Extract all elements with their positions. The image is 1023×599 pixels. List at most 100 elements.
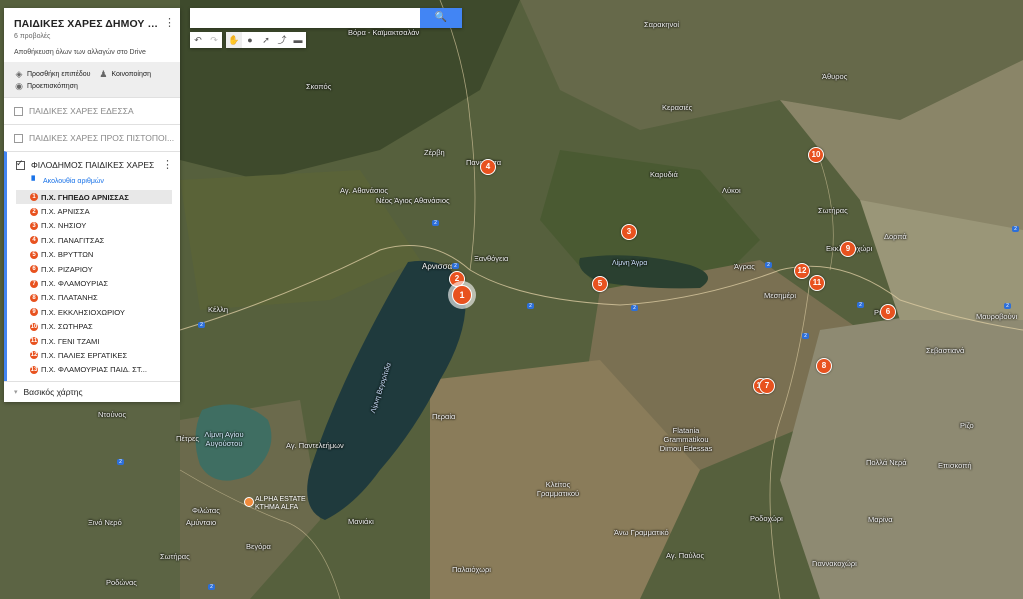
place-label: Κερασιές: [662, 103, 693, 112]
directions-icon[interactable]: ⤴: [274, 32, 290, 48]
winery-poi-label: ALPHA ESTATE ΚΤΗΜΑ ALFA: [255, 496, 306, 511]
add-layer-button[interactable]: ◈ Προσθήκη επιπέδου: [14, 69, 91, 79]
place-label: Λύκοι: [722, 186, 741, 195]
list-item[interactable]: 2 Π.Χ. ΑΡΝΙΣΣΑ: [16, 204, 172, 218]
number-marker-icon: 5: [30, 250, 38, 259]
place-label: Φιλώτας: [192, 506, 220, 515]
list-item[interactable]: 1 Π.Χ. ΓΗΠΕΔΟ ΑΡΝΙΣΣΑΣ: [16, 190, 172, 205]
list-item[interactable]: 11 Π.Χ. ΓΕΝΙ ΤΖΑΜΙ: [16, 334, 172, 348]
redo-icon[interactable]: ↷: [206, 32, 222, 48]
road-shield: 2: [857, 302, 864, 308]
place-label: Παλαιόχωρι: [452, 565, 491, 574]
winery-poi-icon[interactable]: [244, 497, 254, 507]
place-label: Ροδοχώρι: [750, 514, 783, 523]
map-marker[interactable]: 9: [840, 241, 856, 257]
add-person-icon: ♟: [99, 69, 108, 79]
map-marker[interactable]: 3: [621, 224, 637, 240]
place-label: Κλείτος Γραμματικού: [536, 480, 580, 498]
map-marker[interactable]: 5: [592, 276, 608, 292]
place-label: Ξανθόγεια: [474, 254, 509, 263]
place-label: Σκοπός: [306, 82, 332, 91]
preview-button[interactable]: ◉ Προεπισκόπηση: [14, 81, 78, 91]
road-shield: 2: [527, 303, 534, 309]
number-marker-icon: 10: [30, 322, 38, 331]
number-marker-icon: 7: [30, 279, 38, 288]
active-layer-label: ΦΙΛΟΔΗΜΟΣ ΠΑΙΔΙΚΕΣ ΧΑΡΕΣ: [31, 160, 155, 170]
place-label: Επισκοπή: [938, 461, 972, 470]
road-shield: 2: [631, 305, 638, 311]
map-marker[interactable]: 4: [480, 159, 496, 175]
list-item[interactable]: 8 Π.Χ. ΠΛΑΤΑΝΗΣ: [16, 291, 172, 305]
active-layer-header[interactable]: ΦΙΛΟΔΗΜΟΣ ΠΑΙΔΙΚΕΣ ΧΑΡΕΣ ⋮: [16, 158, 180, 172]
place-label: Αμύνταιο: [186, 518, 217, 527]
search-button[interactable]: 🔍: [420, 8, 462, 28]
place-label: Νέος Άγιος Αθανάσιος: [376, 196, 450, 205]
place-label: Άθυρος: [822, 72, 848, 81]
place-label: Σεβαστιανά: [926, 346, 965, 355]
list-item[interactable]: 9 Π.Χ. ΕΚΚΛΗΣΙΟΧΩΡΙΟΥ: [16, 305, 172, 319]
base-map-row[interactable]: ▾ Βασικός χάρτης: [4, 381, 180, 402]
layer-checkbox[interactable]: [16, 158, 25, 170]
place-label: Γιαννακοχώρι: [812, 559, 857, 568]
list-item[interactable]: 5 Π.Χ. ΒΡΥΤΤΩΝ: [16, 248, 172, 262]
list-item[interactable]: 4 Π.Χ. ΠΑΝΑΓΙΤΣΑΣ: [16, 233, 172, 247]
map-title[interactable]: ΠΑΙΔΙΚΕΣ ΧΑΡΕΣ ΔΗΜΟΥ ΕΔΕΣΣ...: [14, 18, 162, 30]
list-item[interactable]: 12 Π.Χ. ΠΑΛΙΕΣ ΕΡΓΑΤΙΚΕΣ: [16, 348, 172, 362]
saved-status: Αποθήκευση όλων των αλλαγών στο Drive: [14, 49, 146, 56]
layer-row[interactable]: ΠΑΙΔΙΚΕΣ ΧΑΡΕΣ ΠΡΟΣ ΠΙΣΤΟΠΟΙ...: [4, 124, 180, 151]
list-item-label: Π.Χ. ΠΑΛΙΕΣ ΕΡΓΑΤΙΚΕΣ: [41, 350, 128, 360]
list-item-label: Π.Χ. ΒΡΥΤΤΩΝ: [41, 250, 94, 260]
layer-options-icon[interactable]: ⋮: [162, 159, 173, 173]
road-shield: 2: [432, 220, 439, 226]
road-shield: 2: [117, 459, 124, 465]
road-shield: 2: [452, 263, 459, 269]
map-marker[interactable]: 8: [816, 358, 832, 374]
draw-line-icon[interactable]: ➚: [258, 32, 274, 48]
list-item-label: Π.Χ. ΕΚΚΛΗΣΙΟΧΩΡΙΟΥ: [41, 307, 125, 317]
layer-style-label: Ακολουθία αριθμών: [43, 177, 104, 185]
layer-style-link[interactable]: ▘ Ακολουθία αριθμών: [30, 176, 180, 186]
place-label: Μανιάκι: [348, 517, 374, 526]
list-item-label: Π.Χ. ΦΛΑΜΟΥΡΙΑΣ ΠΑΙΔ. ΣΤ...: [41, 365, 147, 375]
list-item-label: Π.Χ. ΦΛΑΜΟΥΡΙΑΣ: [41, 279, 109, 289]
place-label: Βεγόρα: [246, 542, 271, 551]
more-options-icon[interactable]: ⋮: [164, 17, 175, 31]
share-button[interactable]: ♟ Κοινοποίηση: [98, 69, 151, 79]
map-marker[interactable]: 6: [880, 304, 896, 320]
place-label: Ξινό Νερό: [88, 518, 122, 527]
map-toolbar: ↶ ↷ ✋ ● ➚ ⤴ ▬: [190, 32, 310, 48]
list-item[interactable]: 6 Π.Χ. ΡΙΖΑΡΙΟΥ: [16, 262, 172, 276]
undo-icon[interactable]: ↶: [190, 32, 206, 48]
list-item-label: Π.Χ. ΝΗΣΙΟΥ: [41, 221, 87, 231]
road-shield: 2: [802, 333, 809, 339]
search-input[interactable]: [190, 8, 424, 28]
place-label: Μαρίνα: [868, 515, 893, 524]
map-marker[interactable]: 12: [794, 263, 810, 279]
ruler-icon[interactable]: ▬: [290, 32, 306, 48]
place-label: Άνω Γραμματικό: [614, 528, 669, 537]
place-label: Αγ. Αθανάσιος: [340, 186, 389, 195]
place-label: Αγ. Παύλος: [666, 551, 705, 560]
list-item-label: Π.Χ. ΠΑΝΑΓΙΤΣΑΣ: [41, 235, 105, 245]
place-label: Σωτήρας: [160, 552, 190, 561]
layer-checkbox[interactable]: [14, 133, 23, 143]
list-item[interactable]: 13 Π.Χ. ΦΛΑΜΟΥΡΙΑΣ ΠΑΙΔ. ΣΤ...: [16, 363, 172, 377]
list-item[interactable]: 10 Π.Χ. ΣΩΤΗΡΑΣ: [16, 320, 172, 334]
road-shield: 2: [198, 322, 205, 328]
list-item-label: Π.Χ. ΑΡΝΙΣΣΑ: [41, 207, 90, 217]
hand-icon[interactable]: ✋: [226, 32, 242, 48]
road-shield: 2: [1012, 226, 1019, 232]
list-item[interactable]: 3 Π.Χ. ΝΗΣΙΟΥ: [16, 219, 172, 233]
map-marker[interactable]: 10: [808, 147, 824, 163]
layer-label: ΠΑΙΔΙΚΕΣ ΧΑΡΕΣ ΕΔΕΣΣΑ: [29, 106, 134, 116]
list-item[interactable]: 7 Π.Χ. ΦΛΑΜΟΥΡΙΑΣ: [16, 276, 172, 290]
layer-row[interactable]: ΠΑΙΔΙΚΕΣ ΧΑΡΕΣ ΕΔΕΣΣΑ: [4, 97, 180, 124]
share-label: Κοινοποίηση: [111, 70, 152, 78]
map-marker[interactable]: 7: [759, 378, 775, 394]
place-label: Λίμνη Άγρα: [612, 260, 648, 267]
number-marker-icon: 11: [30, 337, 38, 346]
add-marker-icon[interactable]: ●: [242, 32, 258, 48]
map-marker[interactable]: 11: [809, 275, 825, 291]
layer-checkbox[interactable]: [14, 106, 23, 116]
map-marker-selected[interactable]: 1: [452, 285, 472, 305]
